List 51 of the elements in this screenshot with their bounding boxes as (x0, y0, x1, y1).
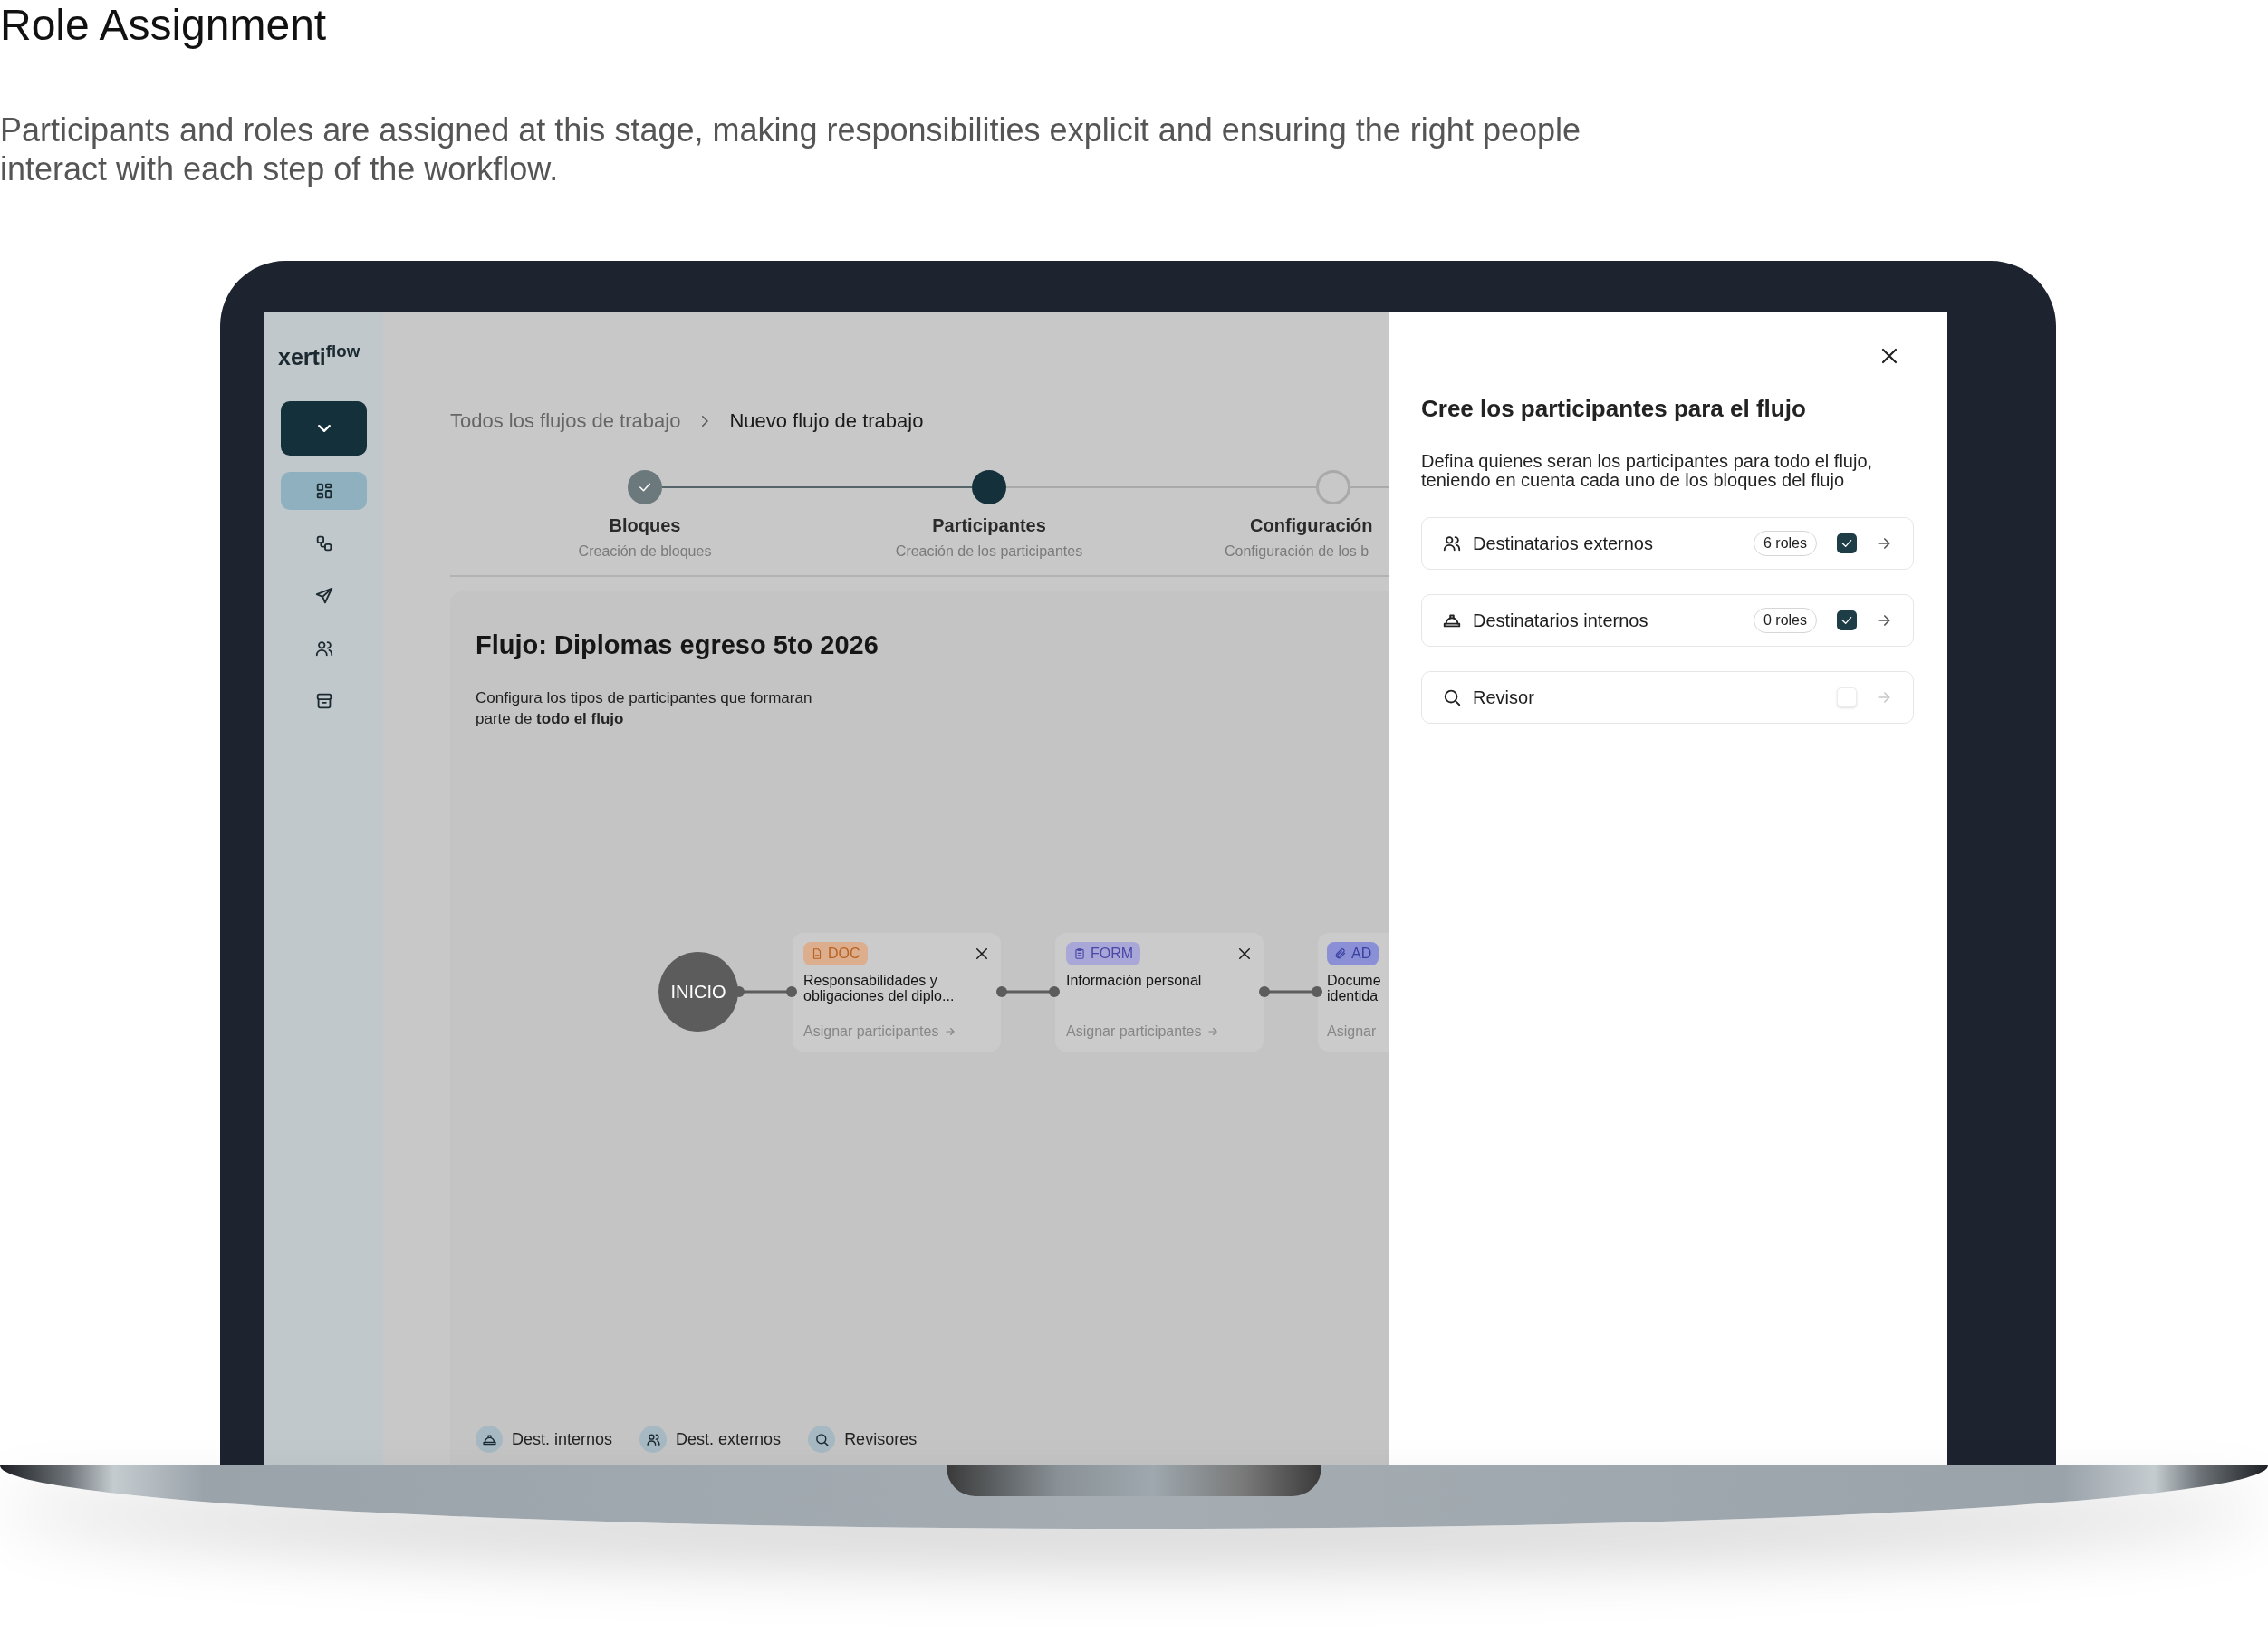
participant-label: Destinatarios internos (1473, 610, 1649, 632)
users-icon (645, 1431, 661, 1447)
paperclip-icon (1334, 946, 1347, 960)
participant-label: Destinatarios externos (1473, 533, 1654, 555)
participant-label: Revisor (1473, 687, 1535, 709)
panel-title: Cree los participantes para el flujo (1421, 394, 1807, 424)
dropdown-button[interactable] (281, 401, 367, 456)
users-icon (313, 639, 334, 658)
participant-row[interactable]: Destinatarios internos 0 roles (1421, 594, 1914, 647)
logo: xerti$^{flow}$ (278, 346, 360, 369)
block-title: Docume identida (1327, 972, 1381, 1005)
page-heading: Role Assignment (0, 0, 327, 51)
block-card[interactable]: FORM Información personal Asignar participantes (1055, 932, 1264, 1052)
search-icon (813, 1431, 830, 1447)
step-sublabel: Creación de bloques (578, 543, 712, 561)
connector (1258, 985, 1323, 998)
legend-label: Dest. externos (676, 1428, 782, 1450)
participant-row[interactable]: Destinatarios externos 6 roles (1421, 517, 1914, 570)
intro-paragraph: Participants and roles are assigned at this stage, making responsibilities explicit and ensuring the right people interact with each step of the workflow. (0, 110, 1581, 188)
step-sublabel: Creación de los participantes (895, 543, 1083, 561)
users-icon (1442, 533, 1462, 553)
connector (995, 985, 1061, 998)
sidebar-item[interactable] (281, 472, 367, 510)
paper-plane-icon (313, 586, 334, 606)
step-label: Configuración (1250, 514, 1373, 537)
block-tag: DOC (803, 941, 868, 965)
legend-label: Revisores (844, 1428, 918, 1450)
block-tag: AD (1327, 941, 1379, 965)
step-sublabel: Configuración de los b (1225, 543, 1369, 561)
step-label: Participantes (932, 514, 1046, 537)
legend-label: Dest. internos (512, 1428, 613, 1450)
breadcrumb-link[interactable]: Nuevo flujo de trabajo (729, 406, 924, 436)
checkbox[interactable] (1837, 533, 1857, 553)
block-card[interactable]: AD Docume identida Asignar (1318, 932, 1389, 1052)
block-title: Responsabilidades y obligaciones del diplo... (803, 972, 956, 1005)
checkbox[interactable] (1837, 610, 1857, 630)
block-card[interactable]: DOC Responsabilidades y obligaciones del diplo... Asignar participantes (793, 932, 1001, 1052)
flow-description: Configura los tipos de participantes que formaran parte de todo el flujo (476, 687, 813, 729)
search-icon (1442, 687, 1462, 707)
flow-title: Flujo: Diplomas egreso 5to 2026 (476, 629, 879, 661)
close-icon (1880, 347, 1898, 365)
chevron-down-icon (317, 425, 331, 432)
start-node: INICIO (658, 952, 738, 1032)
clipboard-icon (1073, 946, 1086, 960)
step-label: Bloques (609, 514, 681, 537)
checkbox[interactable] (1837, 687, 1857, 707)
block-tag: FORM (1066, 941, 1141, 965)
participant-row[interactable]: Revisor (1421, 671, 1914, 724)
panel-description: Defina quienes seran los participantes para todo el flujo, teniendo en cuenta cada uno de los bloques del flujo (1421, 452, 1874, 490)
document-icon (811, 946, 823, 960)
block-title: Información personal (1066, 972, 1203, 990)
